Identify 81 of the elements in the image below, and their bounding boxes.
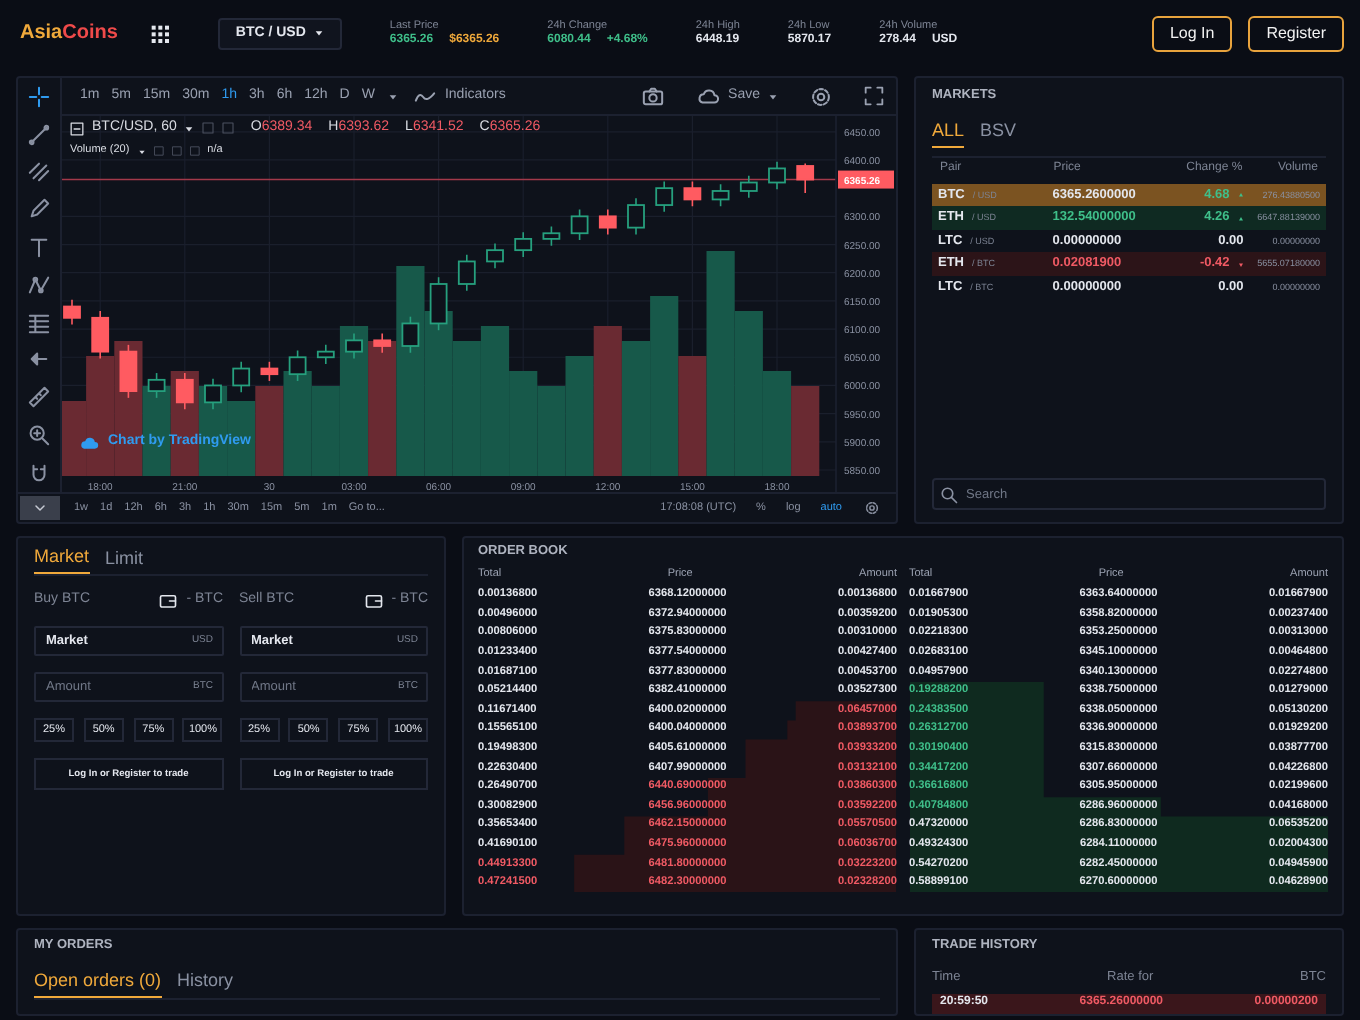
candle [514, 231, 533, 258]
volume-bar [565, 356, 594, 476]
login-button[interactable]: Log In [1151, 16, 1233, 52]
grid-lines-icon[interactable] [28, 311, 50, 334]
magnet-icon[interactable] [28, 461, 50, 484]
camera-icon[interactable] [642, 85, 665, 107]
candle [91, 310, 110, 360]
candle [373, 332, 392, 354]
candle [345, 332, 363, 360]
cloud-logo-icon [78, 432, 100, 452]
arrow-up-icon [1237, 192, 1244, 199]
wallet-icon [158, 591, 179, 610]
arrow-left-icon[interactable] [28, 348, 50, 371]
candle [429, 276, 448, 331]
crosshair-icon[interactable] [28, 85, 50, 108]
volume-bar [509, 371, 538, 476]
square-icon [222, 122, 235, 135]
arrow-down-icon [1237, 261, 1244, 268]
zoom-in-icon[interactable] [28, 424, 50, 447]
square-icon [202, 122, 215, 135]
line-icon[interactable] [28, 123, 50, 146]
candle [768, 160, 786, 191]
volume-bar [452, 341, 481, 476]
square-icon [171, 146, 182, 157]
candle [147, 372, 166, 399]
parallel-lines-icon[interactable] [28, 160, 50, 183]
pattern-icon[interactable] [28, 273, 50, 296]
candle [119, 344, 138, 399]
candle [401, 315, 420, 354]
text-tool-icon[interactable] [28, 236, 50, 259]
candle [63, 298, 81, 326]
collapse-button[interactable] [20, 496, 60, 520]
order-type-tab[interactable]: Limit [105, 546, 144, 574]
candle [486, 242, 504, 269]
search-icon [940, 486, 958, 504]
candle [232, 360, 251, 394]
order-type-tab[interactable]: Market [34, 546, 90, 574]
candle [570, 208, 589, 241]
candle [260, 360, 279, 382]
candle [457, 253, 476, 292]
arrow-up-icon [1237, 215, 1244, 222]
candle [711, 183, 730, 207]
volume-bar [283, 371, 312, 476]
orders-tab[interactable]: Open orders (0) [34, 969, 162, 998]
candle [796, 162, 815, 194]
register-button[interactable]: Register [1248, 16, 1344, 52]
caret-icon[interactable] [137, 147, 146, 156]
filter-tab[interactable]: ALL [932, 119, 965, 148]
volume-bar [255, 386, 284, 476]
grid-menu-icon[interactable] [149, 24, 170, 44]
volume-bar [791, 386, 820, 476]
cloud-icon[interactable] [696, 85, 721, 107]
collapse-icon[interactable] [70, 121, 84, 136]
settings-icon[interactable] [810, 85, 832, 107]
logo: AsiaCoins [20, 22, 118, 46]
caret-icon[interactable] [184, 123, 195, 134]
candle [683, 180, 702, 207]
settings-icon[interactable] [864, 500, 880, 516]
volume-bar [537, 386, 566, 476]
caret-icon[interactable] [388, 91, 399, 101]
candle [204, 377, 222, 410]
chevron-down-icon [32, 500, 48, 516]
ruler-icon[interactable] [28, 386, 50, 409]
orders-tab[interactable]: History [177, 969, 234, 998]
fullscreen-icon[interactable] [864, 86, 884, 106]
square-icon [189, 146, 200, 157]
candle [288, 349, 307, 382]
volume-bar [621, 341, 651, 476]
caret-icon [313, 28, 324, 39]
candle [316, 344, 335, 365]
candle [598, 208, 617, 236]
wallet-icon [363, 591, 384, 610]
pen-icon[interactable] [28, 198, 50, 221]
candle [627, 197, 645, 236]
caret-icon[interactable] [768, 91, 778, 101]
filter-tab[interactable]: BSV [980, 119, 1017, 148]
candle [175, 372, 194, 410]
candle [655, 180, 674, 213]
candle [542, 225, 561, 247]
square-icon [153, 146, 164, 157]
candle [739, 174, 758, 199]
